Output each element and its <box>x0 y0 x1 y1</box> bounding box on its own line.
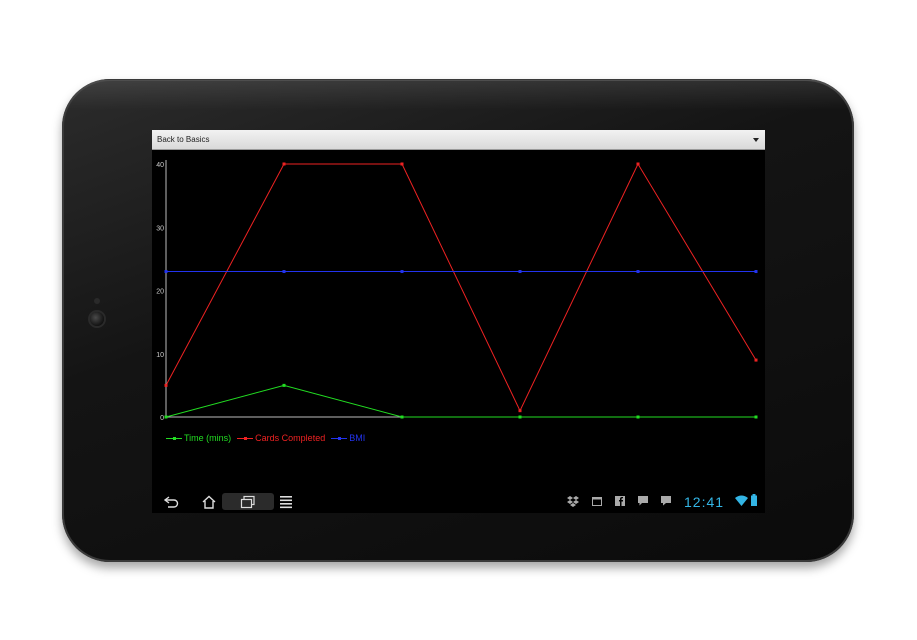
data-point <box>636 162 640 166</box>
status-clock: 12:41 <box>684 494 725 510</box>
legend-swatch-time <box>166 434 182 442</box>
chat-icon <box>638 496 648 506</box>
chart-legend: Time (mins) Cards Completed BMI <box>166 432 365 444</box>
tablet-screen: Back to Basics 0 10 20 30 40 Time (mins) Car… <box>152 130 765 513</box>
data-point <box>400 270 404 274</box>
data-point <box>754 415 758 419</box>
data-point <box>400 162 404 166</box>
data-point <box>754 358 758 362</box>
series-line-1 <box>165 162 757 412</box>
legend-swatch-bmi <box>331 434 348 442</box>
data-point <box>164 270 168 274</box>
data-point <box>400 415 404 419</box>
dropdown-arrow-icon[interactable] <box>753 138 759 142</box>
back-icon <box>164 495 179 508</box>
menu-button[interactable] <box>276 493 296 510</box>
progress-chart: 0 10 20 30 40 <box>156 160 758 422</box>
legend-item-bmi: BMI <box>331 433 365 443</box>
battery-icon <box>751 494 757 506</box>
y-tick-label: 0 <box>160 415 164 422</box>
wifi-icon <box>735 495 748 506</box>
legend-item-time: Time (mins) <box>166 433 231 443</box>
y-tick-label: 10 <box>156 352 164 359</box>
data-point <box>518 409 522 413</box>
y-tick-label: 20 <box>156 289 164 296</box>
recents-button[interactable] <box>222 493 274 510</box>
legend-label-cards: Cards Completed <box>255 433 326 443</box>
data-point <box>518 270 522 274</box>
recents-icon <box>240 495 255 508</box>
calendar-icon <box>592 497 602 506</box>
dropbox-icon <box>567 496 579 507</box>
workout-spinner[interactable]: Back to Basics <box>152 130 765 150</box>
data-point <box>164 415 168 419</box>
data-point <box>282 270 286 274</box>
facebook-icon <box>615 496 625 506</box>
light-sensor <box>94 298 100 304</box>
legend-item-cards: Cards Completed <box>237 433 325 443</box>
data-point <box>636 415 640 419</box>
back-button[interactable] <box>160 493 184 510</box>
data-point <box>282 383 286 387</box>
system-navigation-bar: 12:41 <box>152 490 765 513</box>
home-icon <box>202 495 216 509</box>
message-icon <box>661 496 671 506</box>
data-point <box>754 270 758 274</box>
data-point <box>164 383 168 387</box>
legend-label-bmi: BMI <box>349 433 366 443</box>
menu-icon <box>280 495 292 508</box>
legend-label-time: Time (mins) <box>184 433 232 443</box>
home-button[interactable] <box>197 493 221 510</box>
front-camera <box>90 312 104 326</box>
y-tick-label: 30 <box>156 225 164 232</box>
data-point <box>636 270 640 274</box>
y-tick-label: 40 <box>156 162 164 169</box>
data-point <box>282 162 286 166</box>
series-line-0 <box>165 384 756 418</box>
legend-swatch-cards <box>237 434 254 442</box>
data-point <box>518 415 522 419</box>
bezel-highlight <box>63 80 853 110</box>
spinner-label: Back to Basics <box>157 135 210 144</box>
